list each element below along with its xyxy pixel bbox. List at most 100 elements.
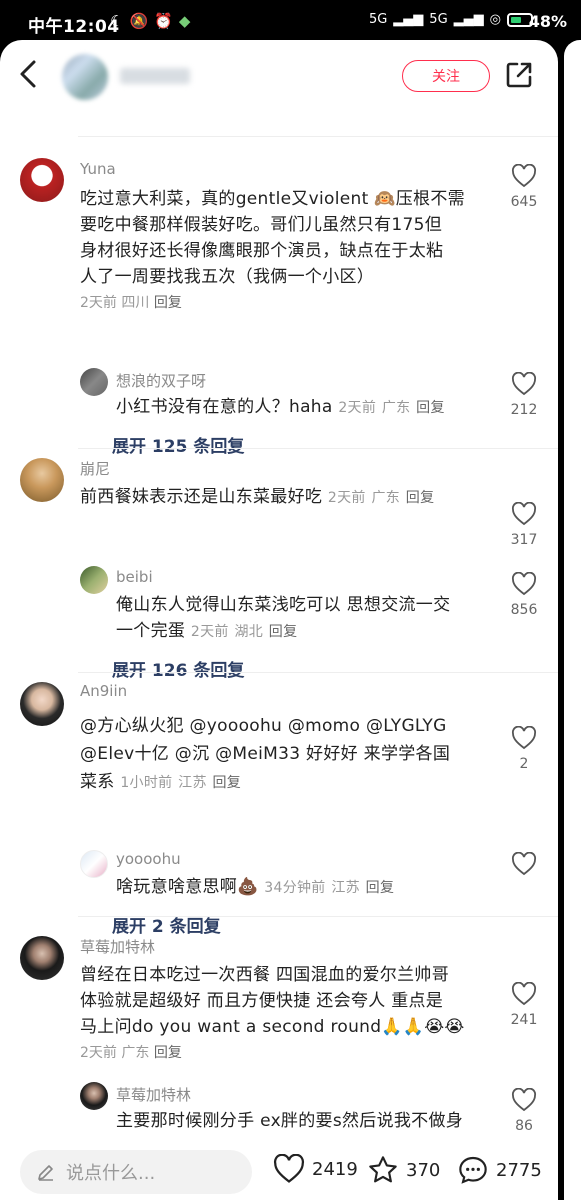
divider bbox=[78, 136, 558, 137]
heart-icon bbox=[512, 982, 536, 1006]
reply-author[interactable]: yoooohu bbox=[116, 850, 181, 868]
bottom-bar: 说点什么... 2419 370 2775 bbox=[0, 1140, 558, 1200]
comment-text[interactable]: 曾经在日本吃过一次西餐 四国混血的爱尔兰帅哥 体验就是超级好 而且方便快捷 还会… bbox=[80, 962, 500, 1040]
divider bbox=[78, 916, 558, 917]
like-count: 645 bbox=[510, 194, 538, 210]
avatar[interactable] bbox=[20, 682, 64, 726]
avatar[interactable] bbox=[80, 566, 108, 594]
comment-text[interactable]: 吃过意大利菜，真的gentle又violent 🙉压根不需 要吃中餐那样假装好吃… bbox=[80, 186, 500, 290]
reply-author[interactable]: 草莓加特林 bbox=[116, 1084, 191, 1105]
like-button[interactable]: 86 bbox=[504, 1088, 544, 1134]
like-button[interactable]: 856 bbox=[504, 572, 544, 618]
comment-line: 马上问do you want a second round🙏🙏😭😭 bbox=[80, 1017, 465, 1037]
comment-text[interactable]: 前西餐妹表示还是山东菜最好吃 2天前 广东 回复 bbox=[80, 484, 500, 511]
moon-icon: ☾ bbox=[110, 12, 124, 30]
expand-replies-button[interactable]: 展开 126 条回复 bbox=[112, 656, 244, 681]
divider bbox=[78, 672, 558, 673]
avatar[interactable] bbox=[20, 458, 64, 502]
favorite-button[interactable]: 370 bbox=[366, 1154, 440, 1186]
comment-author[interactable]: An9iin bbox=[80, 682, 127, 700]
reply-button[interactable]: 回复 bbox=[154, 295, 182, 311]
heart-icon bbox=[512, 726, 536, 750]
reply-location: 江苏 bbox=[331, 880, 360, 896]
network-label-2: 5G bbox=[429, 12, 448, 27]
reply-text[interactable]: 小红书没有在意的人？haha 2天前 广东 回复 bbox=[116, 394, 496, 421]
author-name[interactable] bbox=[120, 68, 190, 84]
post-like-count: 2419 bbox=[312, 1158, 358, 1180]
avatar[interactable] bbox=[20, 158, 64, 202]
heart-icon bbox=[512, 572, 536, 596]
reply-text[interactable]: 俺山东人觉得山东菜浅吃可以 思想交流一交 一个完蛋 2天前 湖北 回复 bbox=[116, 592, 496, 645]
avatar[interactable] bbox=[80, 850, 108, 878]
reply-content: 啥玩意啥意思啊💩 bbox=[116, 877, 259, 897]
comment-author[interactable]: 草莓加特林 bbox=[80, 936, 155, 957]
comment-count: 2775 bbox=[496, 1159, 542, 1181]
comment-line: 曾经在日本吃过一次西餐 四国混血的爱尔兰帅哥 bbox=[80, 965, 450, 985]
comment-input[interactable]: 说点什么... bbox=[20, 1150, 252, 1194]
back-icon[interactable] bbox=[18, 58, 38, 98]
reply-line: 一个完蛋 bbox=[116, 621, 186, 641]
like-count: 86 bbox=[515, 1118, 533, 1134]
post-like-button[interactable]: 2419 bbox=[272, 1154, 358, 1184]
comment-line: 身材很好还长得像鹰眼那个演员，缺点在于太粘 bbox=[80, 241, 444, 261]
comment-line: 体验就是超级好 而且方便快捷 还会夸人 重点是 bbox=[80, 991, 444, 1011]
author-avatar[interactable] bbox=[62, 54, 108, 100]
like-button[interactable]: 212 bbox=[504, 372, 544, 418]
comment-line: @Elev十亿 @沉 @MeiM33 好好好 来学学各国 bbox=[80, 744, 451, 764]
comment-line: @方心纵火犯 @yoooohu @momo @LYGLYG bbox=[80, 716, 447, 736]
like-button[interactable] bbox=[504, 852, 544, 876]
heart-icon bbox=[512, 164, 536, 188]
comment-text[interactable]: @方心纵火犯 @yoooohu @momo @LYGLYG @Elev十亿 @沉… bbox=[80, 712, 500, 797]
comment-meta: 2天前 广东 回复 bbox=[80, 1042, 182, 1062]
like-button[interactable]: 645 bbox=[504, 164, 544, 210]
reply-button[interactable]: 回复 bbox=[366, 880, 395, 896]
expand-replies-button[interactable]: 展开 125 条回复 bbox=[112, 432, 244, 457]
reply-content: 小红书没有在意的人？haha bbox=[116, 397, 333, 417]
heart-icon bbox=[512, 852, 536, 876]
network-label-1: 5G bbox=[368, 12, 388, 27]
reply-author[interactable]: 想浪的双子呀 bbox=[116, 370, 206, 391]
comment-meta: 2天前 四川 回复 bbox=[80, 292, 182, 312]
signal-icon: ▂▄▆ bbox=[453, 12, 484, 27]
share-icon[interactable] bbox=[504, 60, 534, 90]
comment-author[interactable]: 崩尼 bbox=[80, 458, 110, 479]
reply-location: 广东 bbox=[381, 400, 411, 416]
reply-line: 俺山东人觉得山东菜浅吃可以 思想交流一交 bbox=[116, 595, 451, 615]
reply-button[interactable]: 回复 bbox=[269, 624, 298, 640]
comment-author[interactable]: Yuna bbox=[80, 160, 116, 178]
reply-time: 2天前 bbox=[338, 400, 377, 416]
avatar[interactable] bbox=[80, 368, 108, 396]
status-time: 中午12:04 bbox=[28, 17, 120, 37]
comment-bubble-icon bbox=[459, 1156, 487, 1184]
comment-count-button[interactable]: 2775 bbox=[456, 1154, 542, 1186]
comment-time: 2天前 bbox=[327, 490, 366, 506]
reply-button[interactable]: 回复 bbox=[416, 400, 445, 416]
like-button[interactable]: 241 bbox=[504, 982, 544, 1028]
heart-icon bbox=[512, 1088, 536, 1112]
status-bar: 中午12:04 ☾ 🔕 ⏰ ◆ 5G ▂▄▆ 5G ▂▄▆ ◎ 48% bbox=[0, 0, 581, 44]
follow-button[interactable]: 关注 bbox=[402, 60, 490, 92]
reply-line: 主要那时候刚分手 ex胖的要s然后说我不做身 bbox=[116, 1111, 464, 1131]
reply-button[interactable]: 回复 bbox=[212, 775, 241, 791]
pencil-icon bbox=[38, 1165, 53, 1181]
comments-sheet: 关注 Yuna 吃过意大利菜，真的gentle又violent 🙉压根不需 要吃… bbox=[0, 40, 558, 1200]
reply-button[interactable]: 回复 bbox=[406, 490, 435, 506]
header: 关注 bbox=[0, 40, 558, 118]
reply-text[interactable]: 啥玩意啥意思啊💩 34分钟前 江苏 回复 bbox=[116, 874, 496, 901]
avatar[interactable] bbox=[80, 1082, 108, 1110]
avatar[interactable] bbox=[20, 936, 64, 980]
reply-button[interactable]: 回复 bbox=[154, 1045, 182, 1061]
reply-author[interactable]: beibi bbox=[116, 568, 153, 586]
reply-location: 湖北 bbox=[234, 624, 264, 640]
like-button[interactable]: 317 bbox=[504, 502, 544, 548]
like-button[interactable]: 2 bbox=[504, 726, 544, 772]
battery-percent: 48% bbox=[528, 12, 567, 31]
comment-content: 前西餐妹表示还是山东菜最好吃 bbox=[80, 487, 323, 507]
comment-time: 1小时前 bbox=[120, 775, 173, 791]
comment-line: 吃过意大利菜，真的gentle又violent 🙉压根不需 bbox=[80, 189, 465, 209]
comment-location: 广东 bbox=[121, 1045, 150, 1061]
heart-icon bbox=[512, 372, 536, 396]
reply-text[interactable]: 主要那时候刚分手 ex胖的要s然后说我不做身 bbox=[116, 1108, 496, 1134]
comment-location: 四川 bbox=[121, 295, 150, 311]
reply-time: 34分钟前 bbox=[264, 880, 326, 896]
